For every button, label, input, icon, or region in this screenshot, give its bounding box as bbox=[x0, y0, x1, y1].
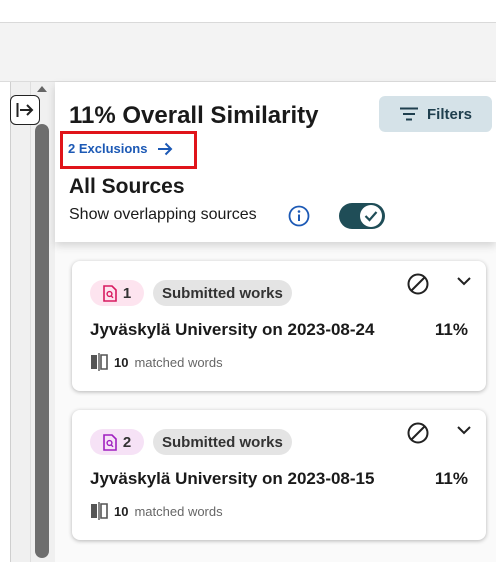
collapse-right-icon bbox=[16, 103, 34, 117]
exclusions-label: 2 Exclusions bbox=[68, 141, 148, 156]
overlap-toggle[interactable] bbox=[339, 203, 385, 229]
exclusions-link[interactable]: 2 Exclusions bbox=[68, 141, 173, 156]
source-card[interactable]: 1 Submitted works Jyväskylä University o… bbox=[72, 261, 486, 391]
scrollbar-thumb[interactable] bbox=[35, 124, 49, 558]
check-icon bbox=[364, 211, 378, 222]
source-name: Jyväskylä University on 2023-08-24 bbox=[90, 320, 375, 339]
source-percent: 11% bbox=[434, 469, 468, 488]
source-rank: 2 bbox=[122, 433, 132, 451]
compare-documents-icon bbox=[91, 353, 108, 371]
document-edge bbox=[0, 82, 10, 562]
compare-documents-icon bbox=[91, 502, 108, 520]
source-rank: 1 bbox=[122, 284, 132, 302]
chevron-down-icon[interactable] bbox=[456, 424, 472, 436]
source-name: Jyväskylä University on 2023-08-15 bbox=[90, 469, 375, 488]
section-title: All Sources bbox=[69, 175, 185, 198]
document-search-icon bbox=[103, 284, 117, 302]
document-search-icon bbox=[103, 433, 117, 451]
arrow-right-icon bbox=[158, 142, 173, 155]
filters-label: Filters bbox=[426, 105, 472, 123]
page-title: 11% Overall Similarity bbox=[69, 102, 319, 129]
matched-count: 10 bbox=[114, 503, 129, 519]
divider bbox=[30, 82, 31, 562]
matched-words: 10 matched words bbox=[90, 502, 223, 520]
sources-panel: 11% Overall Similarity Filters 2 Exclusi… bbox=[55, 82, 496, 562]
overlap-label: Show overlapping sources bbox=[69, 206, 257, 223]
matched-count: 10 bbox=[114, 354, 129, 370]
scrollbar[interactable] bbox=[35, 86, 49, 558]
scroll-up-arrow-icon[interactable] bbox=[37, 86, 47, 92]
source-percent: 11% bbox=[434, 320, 468, 339]
matched-label: matched words bbox=[134, 354, 223, 370]
source-type-chip: Submitted works bbox=[153, 429, 292, 455]
source-card[interactable]: 2 Submitted works Jyväskylä University o… bbox=[72, 410, 486, 540]
info-icon[interactable] bbox=[288, 205, 310, 227]
filters-button[interactable]: Filters bbox=[379, 96, 492, 132]
source-rank-badge: 2 bbox=[90, 429, 144, 455]
top-bar bbox=[0, 0, 496, 23]
panel-header: 11% Overall Similarity Filters 2 Exclusi… bbox=[55, 82, 496, 242]
exclude-icon[interactable] bbox=[406, 421, 430, 445]
matched-label: matched words bbox=[134, 503, 223, 519]
filter-icon bbox=[399, 107, 418, 121]
matched-words: 10 matched words bbox=[90, 353, 223, 371]
source-rank-badge: 1 bbox=[90, 280, 144, 306]
toolbar-band bbox=[0, 23, 496, 82]
chevron-down-icon[interactable] bbox=[456, 275, 472, 287]
source-type-chip: Submitted works bbox=[153, 280, 292, 306]
exclude-icon[interactable] bbox=[406, 272, 430, 296]
toggle-knob bbox=[360, 205, 382, 227]
